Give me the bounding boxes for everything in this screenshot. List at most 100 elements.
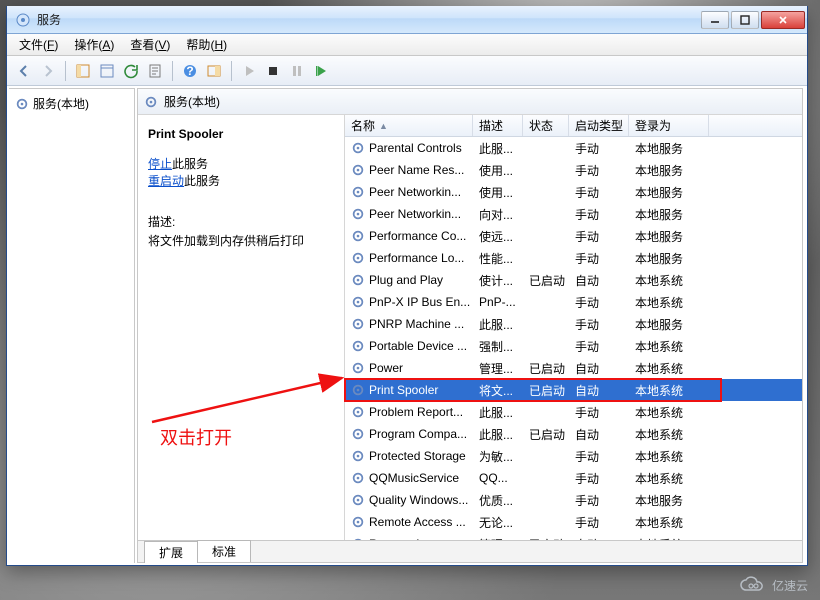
cell-description: 无论... [473, 512, 523, 533]
menu-file[interactable]: 文件(F) [11, 34, 66, 55]
console-tree[interactable]: 服务(本地) [9, 88, 135, 563]
cell-status [523, 190, 569, 194]
cell-description: 使用... [473, 160, 523, 181]
cell-name: Remote Access ... [345, 513, 473, 531]
gear-icon [351, 317, 365, 331]
cell-status: 已启动 [523, 424, 569, 445]
cell-status [523, 476, 569, 480]
help-button[interactable]: ? [179, 60, 201, 82]
service-row[interactable]: Parental Controls此服...手动本地服务 [345, 137, 802, 159]
cell-startup: 手动 [569, 160, 629, 181]
cell-status [523, 454, 569, 458]
cell-status [523, 168, 569, 172]
gear-icon [144, 95, 158, 109]
column-status[interactable]: 状态 [523, 115, 569, 136]
gear-icon [351, 361, 365, 375]
cell-status [523, 322, 569, 326]
close-button[interactable] [761, 11, 805, 29]
cell-startup: 自动 [569, 358, 629, 379]
pause-service-button[interactable] [286, 60, 308, 82]
menu-action[interactable]: 操作(A) [66, 34, 122, 55]
cell-description: 使远... [473, 226, 523, 247]
tab-standard[interactable]: 标准 [197, 540, 251, 562]
cell-startup: 手动 [569, 402, 629, 423]
cell-description: 为敏... [473, 446, 523, 467]
gear-icon [351, 273, 365, 287]
cell-description: 优质... [473, 490, 523, 511]
service-row[interactable]: QQMusicServiceQQ...手动本地系统 [345, 467, 802, 489]
view-tabs: 扩展 标准 [138, 540, 802, 562]
cell-logon: 本地系统 [629, 336, 709, 357]
cell-name: Portable Device ... [345, 337, 473, 355]
services-list[interactable]: 名称▲ 描述 状态 启动类型 登录为 Parental Controls此服..… [344, 115, 802, 562]
cell-logon: 本地服务 [629, 490, 709, 511]
cell-startup: 手动 [569, 204, 629, 225]
back-button[interactable] [13, 60, 35, 82]
column-description[interactable]: 描述 [473, 115, 523, 136]
cell-startup: 手动 [569, 446, 629, 467]
cell-status [523, 212, 569, 216]
menubar: 文件(F) 操作(A) 查看(V) 帮助(H) [7, 34, 807, 56]
service-row[interactable]: PNRP Machine ...此服...手动本地服务 [345, 313, 802, 335]
cell-description: 此服... [473, 402, 523, 423]
main-pane: 服务(本地) Print Spooler 停止此服务 重启动此服务 描述: 将文… [137, 88, 803, 563]
service-row[interactable]: Quality Windows...优质...手动本地服务 [345, 489, 802, 511]
service-row[interactable]: PnP-X IP Bus En...PnP-...手动本地系统 [345, 291, 802, 313]
service-row[interactable]: Peer Name Res...使用...手动本地服务 [345, 159, 802, 181]
cell-logon: 本地服务 [629, 182, 709, 203]
tree-root-services[interactable]: 服务(本地) [13, 93, 130, 114]
cell-name: PNRP Machine ... [345, 315, 473, 333]
menu-view[interactable]: 查看(V) [122, 34, 178, 55]
service-row[interactable]: Plug and Play使计...已启动自动本地系统 [345, 269, 802, 291]
service-row[interactable]: Protected Storage为敏...手动本地系统 [345, 445, 802, 467]
description-text: 将文件加载到内存供稍后打印 [148, 232, 334, 249]
gear-icon [351, 251, 365, 265]
cell-description: 将文... [473, 380, 523, 401]
service-row[interactable]: Print Spooler将文...已启动自动本地系统 [345, 379, 802, 401]
cell-name: Plug and Play [345, 271, 473, 289]
minimize-button[interactable] [701, 11, 729, 29]
gear-icon [351, 405, 365, 419]
menu-help[interactable]: 帮助(H) [178, 34, 235, 55]
gear-icon [351, 339, 365, 353]
show-hide-tree-button[interactable] [72, 60, 94, 82]
cell-description: PnP-... [473, 293, 523, 311]
description-label: 描述: [148, 213, 334, 230]
cell-status [523, 234, 569, 238]
service-row[interactable]: Remote Access ...无论...手动本地系统 [345, 511, 802, 533]
maximize-button[interactable] [731, 11, 759, 29]
cell-status: 已启动 [523, 358, 569, 379]
service-row[interactable]: Problem Report...此服...手动本地系统 [345, 401, 802, 423]
stop-service-button[interactable] [262, 60, 284, 82]
start-service-button[interactable] [238, 60, 260, 82]
column-logon[interactable]: 登录为 [629, 115, 709, 136]
service-row[interactable]: Portable Device ...强制...手动本地系统 [345, 335, 802, 357]
export-button[interactable] [144, 60, 166, 82]
service-row[interactable]: Peer Networkin...向对...手动本地服务 [345, 203, 802, 225]
properties-button[interactable] [96, 60, 118, 82]
service-row[interactable]: Program Compa...此服...已启动自动本地系统 [345, 423, 802, 445]
forward-button[interactable] [37, 60, 59, 82]
service-row[interactable]: Performance Lo...性能...手动本地服务 [345, 247, 802, 269]
restart-link[interactable]: 重启动 [148, 174, 184, 188]
action-pane-button[interactable] [203, 60, 225, 82]
cloud-icon [738, 576, 766, 594]
tab-extended[interactable]: 扩展 [144, 541, 198, 563]
gear-icon [351, 383, 365, 397]
restart-service-button[interactable] [310, 60, 332, 82]
cell-status [523, 300, 569, 304]
service-row[interactable]: Peer Networkin...使用...手动本地服务 [345, 181, 802, 203]
service-row[interactable]: Power管理...已启动自动本地系统 [345, 357, 802, 379]
cell-logon: 本地系统 [629, 270, 709, 291]
gear-icon [15, 97, 29, 111]
cell-name: Protected Storage [345, 447, 473, 465]
cell-logon: 本地服务 [629, 314, 709, 335]
refresh-button[interactable] [120, 60, 142, 82]
service-row[interactable]: Performance Co...使远...手动本地服务 [345, 225, 802, 247]
titlebar[interactable]: 服务 [7, 6, 807, 34]
stop-link[interactable]: 停止 [148, 157, 172, 171]
cell-startup: 手动 [569, 468, 629, 489]
column-name[interactable]: 名称▲ [345, 115, 473, 136]
cell-status [523, 498, 569, 502]
column-startup[interactable]: 启动类型 [569, 115, 629, 136]
